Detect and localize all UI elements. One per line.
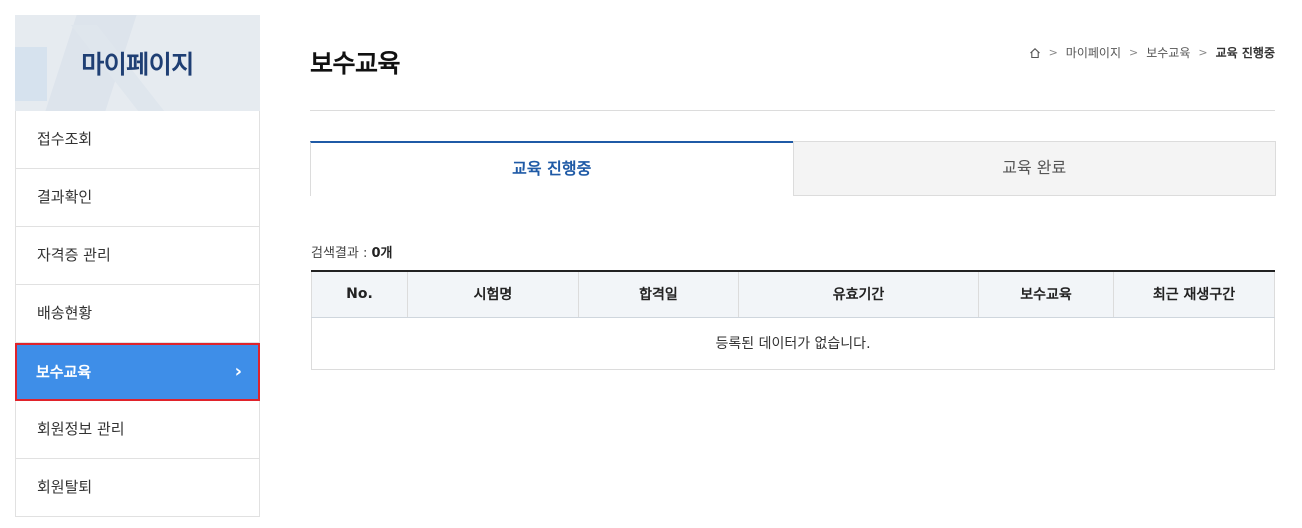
tab-in-progress[interactable]: 교육 진행중 <box>310 141 793 196</box>
sidebar-item-label: 결과확인 <box>37 188 93 206</box>
education-table: No. 시험명 합격일 유효기간 보수교육 최근 재생구간 등록된 데이터가 없… <box>311 270 1275 370</box>
sidebar-item-certificate-management[interactable]: 자격증 관리 <box>16 227 259 285</box>
sidebar-item-label: 배송현황 <box>37 304 93 322</box>
table-row: 등록된 데이터가 없습니다. <box>311 316 1275 370</box>
sidebar-item-member-info[interactable]: 회원정보 관리 <box>16 401 259 459</box>
sidebar-item-continuing-education[interactable]: 보수교육 › <box>15 343 260 401</box>
tab-completed[interactable]: 교육 완료 <box>792 141 1276 196</box>
chevron-right-icon: > <box>1048 46 1058 59</box>
search-result-count: 검색결과 : 0개 <box>311 242 393 261</box>
breadcrumb: > 마이페이지 > 보수교육 > 교육 진행중 <box>1029 44 1275 61</box>
column-header: 합격일 <box>578 271 739 318</box>
column-header: 최근 재생구간 <box>1113 271 1275 318</box>
page-title: 보수교육 <box>310 49 401 78</box>
sidebar: 마이페이지 접수조회 결과확인 자격증 관리 배송현황 보수교육 › 회원정보 … <box>15 15 260 517</box>
sidebar-item-result-check[interactable]: 결과확인 <box>16 169 259 227</box>
breadcrumb-item[interactable]: 마이페이지 <box>1066 44 1121 61</box>
sidebar-header: 마이페이지 <box>15 15 260 111</box>
column-header: No. <box>311 271 408 318</box>
result-label: 검색결과 : <box>311 246 372 261</box>
chevron-right-icon: › <box>234 361 242 382</box>
sidebar-title: 마이페이지 <box>81 50 194 79</box>
sidebar-item-delivery-status[interactable]: 배송현황 <box>16 285 259 343</box>
sidebar-item-reception-inquiry[interactable]: 접수조회 <box>16 111 259 169</box>
result-count: 0개 <box>371 246 393 261</box>
column-header: 보수교육 <box>978 271 1114 318</box>
sidebar-item-label: 회원탈퇴 <box>37 478 93 496</box>
chevron-right-icon: > <box>1198 46 1208 59</box>
breadcrumb-current: 교육 진행중 <box>1215 46 1275 60</box>
sidebar-item-label: 회원정보 관리 <box>37 420 125 438</box>
tab-bar: 교육 진행중 교육 완료 <box>310 141 1276 196</box>
sidebar-menu: 접수조회 결과확인 자격증 관리 배송현황 보수교육 › 회원정보 관리 회원탈… <box>15 111 260 517</box>
sidebar-item-label: 자격증 관리 <box>37 246 111 264</box>
empty-message: 등록된 데이터가 없습니다. <box>311 316 1275 370</box>
divider <box>310 110 1275 111</box>
column-header: 유효기간 <box>738 271 979 318</box>
column-header: 시험명 <box>407 271 579 318</box>
sidebar-item-withdraw[interactable]: 회원탈퇴 <box>16 459 259 517</box>
breadcrumb-item[interactable]: 보수교육 <box>1146 44 1190 61</box>
chevron-right-icon: > <box>1129 46 1139 59</box>
table-header-row: No. 시험명 합격일 유효기간 보수교육 최근 재생구간 <box>311 271 1275 318</box>
sidebar-item-label: 보수교육 <box>36 363 92 381</box>
sidebar-item-label: 접수조회 <box>37 130 93 148</box>
home-icon[interactable] <box>1029 47 1041 59</box>
